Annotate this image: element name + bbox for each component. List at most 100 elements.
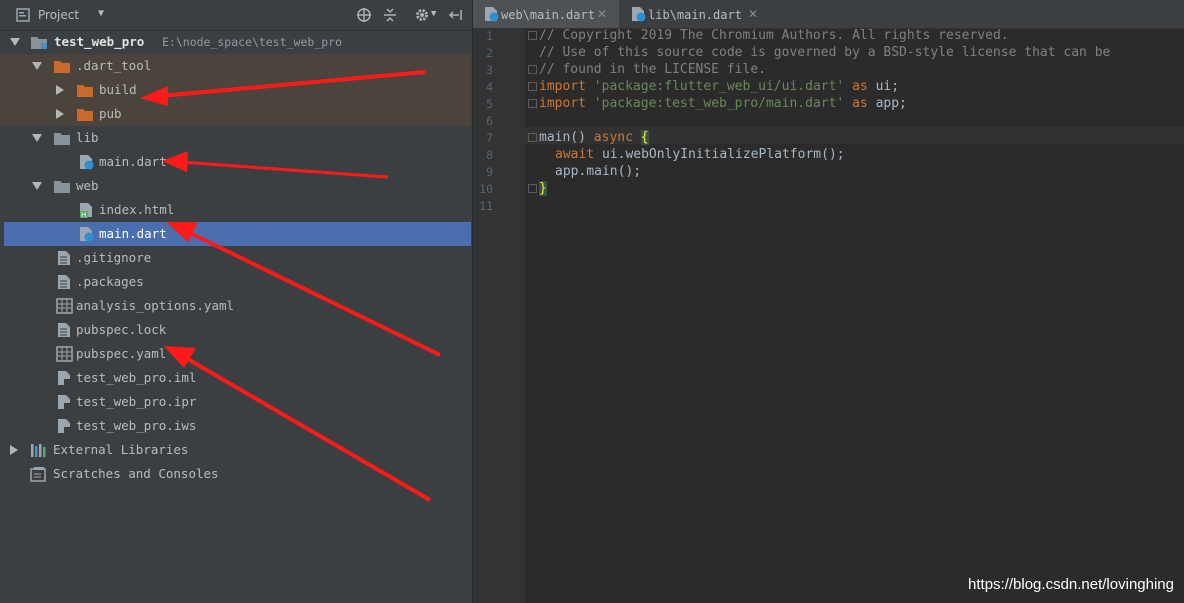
code-line-4: import 'package:flutter_web_ui/ui.dart' … xyxy=(539,79,899,94)
line-number: 8 xyxy=(486,148,493,162)
excluded-folder-icon xyxy=(76,82,93,98)
tree-item-label: main.dart xyxy=(99,226,167,241)
code-line-8: await ui.webOnlyInitializePlatform(); xyxy=(555,147,845,162)
expand-arrow-icon[interactable] xyxy=(32,182,42,190)
project-view-icon xyxy=(16,8,30,22)
tree-item-label: index.html xyxy=(99,202,175,217)
line-number: 3 xyxy=(486,63,493,77)
tree-item-external-libraries[interactable]: External Libraries xyxy=(4,438,471,462)
line-number: 9 xyxy=(486,165,493,179)
matched-brace: } xyxy=(539,181,547,196)
tree-item-build[interactable]: build xyxy=(4,78,471,102)
string-literal: 'package:test_web_pro/main.dart' xyxy=(593,96,845,111)
tab-label: web\main.dart xyxy=(501,8,595,22)
tree-item-web[interactable]: web xyxy=(4,174,471,198)
yaml-file-icon xyxy=(56,346,73,362)
tree-item-iws[interactable]: test_web_pro.iws xyxy=(4,414,471,438)
expand-arrow-icon[interactable] xyxy=(32,134,42,142)
expand-arrow-icon[interactable] xyxy=(10,38,20,46)
close-icon[interactable]: ✕ xyxy=(748,7,758,21)
code-editor: web\main.dart ✕ lib\main.dart ✕ 1 2 3 4 5 6 7 8… xyxy=(473,0,1184,603)
folder-icon xyxy=(53,130,70,146)
dart-file-icon xyxy=(630,6,646,22)
text-file-icon xyxy=(56,274,73,290)
tree-item-pub[interactable]: pub xyxy=(4,102,471,126)
identifier: ui; xyxy=(875,79,900,94)
line-number: 7 xyxy=(486,131,493,145)
tree-item-lib[interactable]: lib xyxy=(4,126,471,150)
tree-item-label: main.dart xyxy=(99,154,167,169)
tree-item-index-html[interactable]: H index.html xyxy=(4,198,471,222)
code-line-7: main() async { xyxy=(539,130,649,145)
tree-item-iml[interactable]: test_web_pro.iml xyxy=(4,366,471,390)
chevron-down-icon[interactable]: ▼ xyxy=(98,8,104,24)
tree-item-pubspec-lock[interactable]: pubspec.lock xyxy=(4,318,471,342)
excluded-folder-icon xyxy=(53,58,70,74)
tree-root-label: test_web_pro xyxy=(54,34,145,49)
tree-item-label: test_web_pro.ipr xyxy=(76,394,197,409)
code-line-3: // found in the LICENSE file. xyxy=(539,62,766,77)
dart-file-icon xyxy=(78,226,95,242)
text-file-icon xyxy=(56,322,73,338)
tree-item-analysis-options[interactable]: analysis_options.yaml xyxy=(4,294,471,318)
tree-item-root[interactable]: test_web_pro E:\node_space\test_web_pro xyxy=(4,30,471,54)
tree-item-pubspec-yaml[interactable]: pubspec.yaml xyxy=(4,342,471,366)
tab-label: lib\main.dart xyxy=(648,8,742,22)
scratches-icon xyxy=(30,466,47,482)
tree-item-web-main-dart[interactable]: main.dart xyxy=(4,222,471,246)
html-file-icon: H xyxy=(78,202,95,219)
text-file-icon xyxy=(56,250,73,266)
target-icon[interactable] xyxy=(356,7,372,23)
keyword: import xyxy=(539,96,586,111)
code-line-9: app.main(); xyxy=(555,164,642,179)
tree-item-label: pubspec.yaml xyxy=(76,346,167,361)
tree-item-dart-tool[interactable]: .dart_tool xyxy=(4,54,471,78)
tree-item-label: pub xyxy=(99,106,122,121)
project-panel-header: Project ▼ ▼ xyxy=(0,0,472,31)
yaml-file-icon xyxy=(56,298,73,314)
tree-item-label: .dart_tool xyxy=(76,58,152,73)
expand-arrow-icon[interactable] xyxy=(56,109,64,119)
tree-item-lib-main-dart[interactable]: main.dart xyxy=(4,150,471,174)
close-icon[interactable]: ✕ xyxy=(597,7,607,21)
tree-item-packages[interactable]: .packages xyxy=(4,270,471,294)
chevron-down-icon[interactable]: ▼ xyxy=(431,9,436,25)
module-folder-icon xyxy=(30,34,47,50)
code-area[interactable]: // Copyright 2019 The Chromium Authors. … xyxy=(535,28,1175,603)
tree-item-label: External Libraries xyxy=(53,442,189,457)
excluded-folder-icon xyxy=(76,106,93,122)
expand-arrow-icon[interactable] xyxy=(10,445,18,455)
tree-item-scratches[interactable]: Scratches and Consoles xyxy=(4,462,471,486)
expand-arrow-icon[interactable] xyxy=(32,62,42,70)
line-number-gutter: 1 2 3 4 5 6 7 8 9 10 11 xyxy=(473,28,525,603)
module-file-icon xyxy=(56,370,73,386)
dart-file-icon xyxy=(78,154,95,170)
watermark: https://blog.csdn.net/lovinghing xyxy=(968,576,1174,593)
line-number: 4 xyxy=(486,80,493,94)
tree-item-ipr[interactable]: test_web_pro.ipr xyxy=(4,390,471,414)
svg-text:H: H xyxy=(81,211,86,218)
tree-item-label: lib xyxy=(76,130,99,145)
editor-tab-bar: web\main.dart ✕ lib\main.dart ✕ xyxy=(473,0,1184,29)
tree-item-label: test_web_pro.iml xyxy=(76,370,197,385)
library-icon xyxy=(30,442,47,458)
expand-arrow-icon[interactable] xyxy=(56,85,64,95)
line-number: 11 xyxy=(479,199,493,213)
tree-item-label: analysis_options.yaml xyxy=(76,298,235,313)
gear-icon[interactable] xyxy=(414,7,430,23)
folder-icon xyxy=(53,178,70,194)
tab-lib-main-dart[interactable]: lib\main.dart ✕ xyxy=(620,0,768,28)
tree-item-label: web xyxy=(76,178,99,193)
project-tool-window: Project ▼ ▼ test_web_pro E:\node_space\t… xyxy=(0,0,473,603)
hide-panel-icon[interactable] xyxy=(448,7,464,23)
line-number: 5 xyxy=(486,97,493,111)
project-panel-title[interactable]: Project xyxy=(38,8,79,24)
tree-item-label: Scratches and Consoles xyxy=(53,466,219,481)
line-number: 2 xyxy=(486,46,493,60)
matched-brace: { xyxy=(640,130,649,145)
tree-item-gitignore[interactable]: .gitignore xyxy=(4,246,471,270)
code-line-10: } xyxy=(539,181,547,196)
tab-web-main-dart[interactable]: web\main.dart ✕ xyxy=(473,0,619,28)
collapse-all-icon[interactable] xyxy=(382,7,398,23)
code-line-5: import 'package:test_web_pro/main.dart' … xyxy=(539,96,907,111)
